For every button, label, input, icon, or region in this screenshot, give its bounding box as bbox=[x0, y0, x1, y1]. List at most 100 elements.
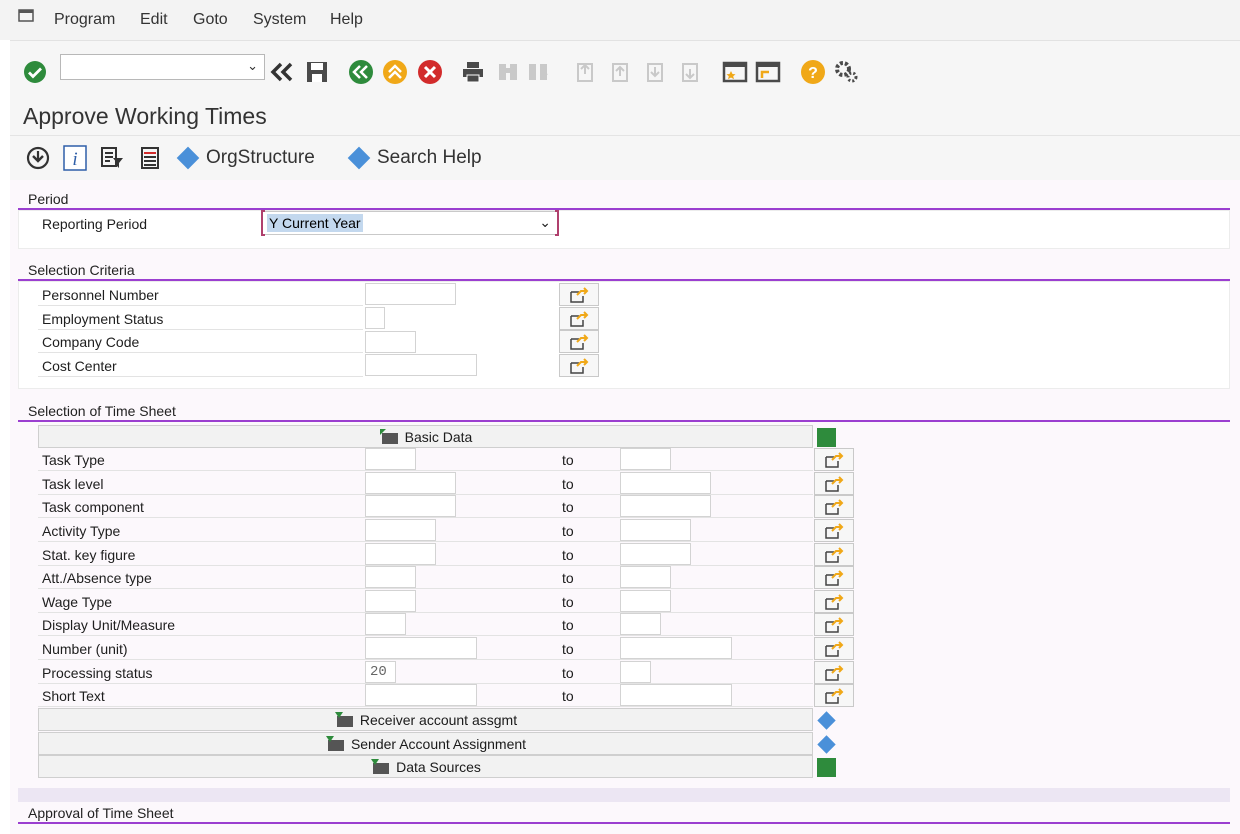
task-type-to-input[interactable] bbox=[621, 449, 670, 469]
short-text-from-input[interactable] bbox=[366, 685, 476, 705]
menu-edit[interactable]: Edit bbox=[140, 11, 168, 29]
multiple-selection-button[interactable] bbox=[814, 566, 854, 589]
processing-status-to-input[interactable] bbox=[621, 662, 650, 682]
activity-type-to-field[interactable] bbox=[620, 519, 691, 541]
display-unit-from-input[interactable] bbox=[366, 614, 405, 634]
search-help-button[interactable]: Search Help bbox=[377, 147, 482, 169]
activity-type-to-input[interactable] bbox=[621, 520, 690, 540]
personnel-number-field[interactable] bbox=[365, 283, 456, 305]
processing-status-from-input[interactable] bbox=[366, 662, 395, 682]
command-input[interactable] bbox=[61, 55, 241, 77]
menu-system[interactable]: System bbox=[253, 11, 306, 29]
stat-key-figure-to-field[interactable] bbox=[620, 543, 691, 565]
multiple-selection-button[interactable] bbox=[814, 472, 854, 495]
reporting-period-select[interactable]: Y Current Year ⌄ bbox=[261, 210, 559, 236]
multiple-selection-button[interactable] bbox=[559, 330, 599, 353]
print-icon[interactable] bbox=[460, 59, 486, 85]
cost-center-field[interactable] bbox=[365, 354, 477, 376]
company-code-input[interactable] bbox=[366, 332, 415, 352]
task-level-to-input[interactable] bbox=[621, 473, 710, 493]
multiple-selection-button[interactable] bbox=[814, 661, 854, 684]
number-unit-to-field[interactable] bbox=[620, 637, 732, 659]
task-component-from-input[interactable] bbox=[366, 496, 455, 516]
chevron-down-icon[interactable]: ⌄ bbox=[247, 58, 258, 74]
org-structure-button[interactable]: OrgStructure bbox=[206, 147, 315, 169]
help-icon[interactable]: ? bbox=[800, 59, 826, 85]
processing-status-to-field[interactable] bbox=[620, 661, 651, 683]
multiple-selection-button[interactable] bbox=[814, 519, 854, 542]
create-session-icon[interactable] bbox=[722, 59, 748, 85]
att-absence-type-to-input[interactable] bbox=[621, 567, 670, 587]
list-icon[interactable] bbox=[139, 146, 161, 170]
org-structure-icon[interactable] bbox=[176, 146, 200, 170]
multiple-selection-button[interactable] bbox=[814, 543, 854, 566]
multiple-selection-button[interactable] bbox=[814, 448, 854, 471]
short-text-from-field[interactable] bbox=[365, 684, 477, 706]
task-level-to-field[interactable] bbox=[620, 472, 711, 494]
stat-key-figure-from-input[interactable] bbox=[366, 544, 435, 564]
activity-type-from-input[interactable] bbox=[366, 520, 435, 540]
short-text-to-input[interactable] bbox=[621, 685, 731, 705]
exit-icon[interactable] bbox=[382, 59, 408, 85]
multiple-selection-button[interactable] bbox=[814, 637, 854, 660]
processing-status-from-field[interactable] bbox=[365, 661, 396, 683]
display-unit-to-field[interactable] bbox=[620, 613, 661, 635]
task-component-from-field[interactable] bbox=[365, 495, 456, 517]
task-type-from-field[interactable] bbox=[365, 448, 416, 470]
wage-type-from-input[interactable] bbox=[366, 591, 415, 611]
sender-account-section[interactable]: Sender Account Assignment bbox=[38, 732, 813, 755]
multiple-selection-button[interactable] bbox=[559, 283, 599, 306]
multiple-selection-button[interactable] bbox=[559, 307, 599, 330]
employment-status-field[interactable] bbox=[365, 307, 385, 329]
number-unit-from-field[interactable] bbox=[365, 637, 477, 659]
back-icon[interactable] bbox=[348, 59, 374, 85]
menu-program[interactable]: Program bbox=[54, 11, 115, 29]
settings-icon[interactable] bbox=[833, 59, 859, 85]
task-type-to-field[interactable] bbox=[620, 448, 671, 470]
multiple-selection-button[interactable] bbox=[814, 684, 854, 707]
back-double-icon[interactable] bbox=[269, 59, 295, 85]
search-help-icon[interactable] bbox=[347, 146, 371, 170]
cancel-icon[interactable] bbox=[417, 59, 443, 85]
multiple-selection-button[interactable] bbox=[814, 613, 854, 636]
personnel-number-input[interactable] bbox=[366, 284, 455, 304]
task-component-to-input[interactable] bbox=[621, 496, 710, 516]
menu-goto[interactable]: Goto bbox=[193, 11, 228, 29]
wage-type-to-field[interactable] bbox=[620, 590, 671, 612]
info-icon[interactable]: i bbox=[63, 145, 87, 171]
save-icon[interactable] bbox=[304, 59, 330, 85]
multiple-selection-button[interactable] bbox=[814, 590, 854, 613]
menu-help[interactable]: Help bbox=[330, 11, 363, 29]
employment-status-input[interactable] bbox=[366, 308, 384, 328]
stat-key-figure-to-input[interactable] bbox=[621, 544, 690, 564]
chevron-down-icon[interactable]: ⌄ bbox=[539, 214, 551, 231]
display-unit-to-input[interactable] bbox=[621, 614, 660, 634]
wage-type-to-input[interactable] bbox=[621, 591, 670, 611]
execute-icon[interactable] bbox=[26, 146, 50, 170]
company-code-field[interactable] bbox=[365, 331, 416, 353]
multiple-selection-button[interactable] bbox=[814, 495, 854, 518]
task-component-to-field[interactable] bbox=[620, 495, 711, 517]
task-type-from-input[interactable] bbox=[366, 449, 415, 469]
att-absence-type-to-field[interactable] bbox=[620, 566, 671, 588]
short-text-to-field[interactable] bbox=[620, 684, 732, 706]
activity-type-from-field[interactable] bbox=[365, 519, 436, 541]
task-level-from-field[interactable] bbox=[365, 472, 456, 494]
basic-data-section[interactable]: Basic Data bbox=[38, 425, 813, 448]
number-unit-to-input[interactable] bbox=[621, 638, 731, 658]
task-level-from-input[interactable] bbox=[366, 473, 455, 493]
menu-icon[interactable] bbox=[18, 9, 36, 23]
variant-icon[interactable] bbox=[100, 146, 124, 170]
att-absence-type-from-field[interactable] bbox=[365, 566, 416, 588]
command-field[interactable]: ⌄ bbox=[60, 54, 265, 80]
cost-center-input[interactable] bbox=[366, 355, 476, 375]
number-unit-from-input[interactable] bbox=[366, 638, 476, 658]
display-unit-from-field[interactable] bbox=[365, 613, 406, 635]
receiver-account-section[interactable]: Receiver account assgmt bbox=[38, 708, 813, 731]
stat-key-figure-from-field[interactable] bbox=[365, 543, 436, 565]
wage-type-from-field[interactable] bbox=[365, 590, 416, 612]
shortcut-icon[interactable] bbox=[755, 59, 781, 85]
enter-icon[interactable] bbox=[22, 59, 48, 85]
multiple-selection-button[interactable] bbox=[559, 354, 599, 377]
att-absence-type-from-input[interactable] bbox=[366, 567, 415, 587]
